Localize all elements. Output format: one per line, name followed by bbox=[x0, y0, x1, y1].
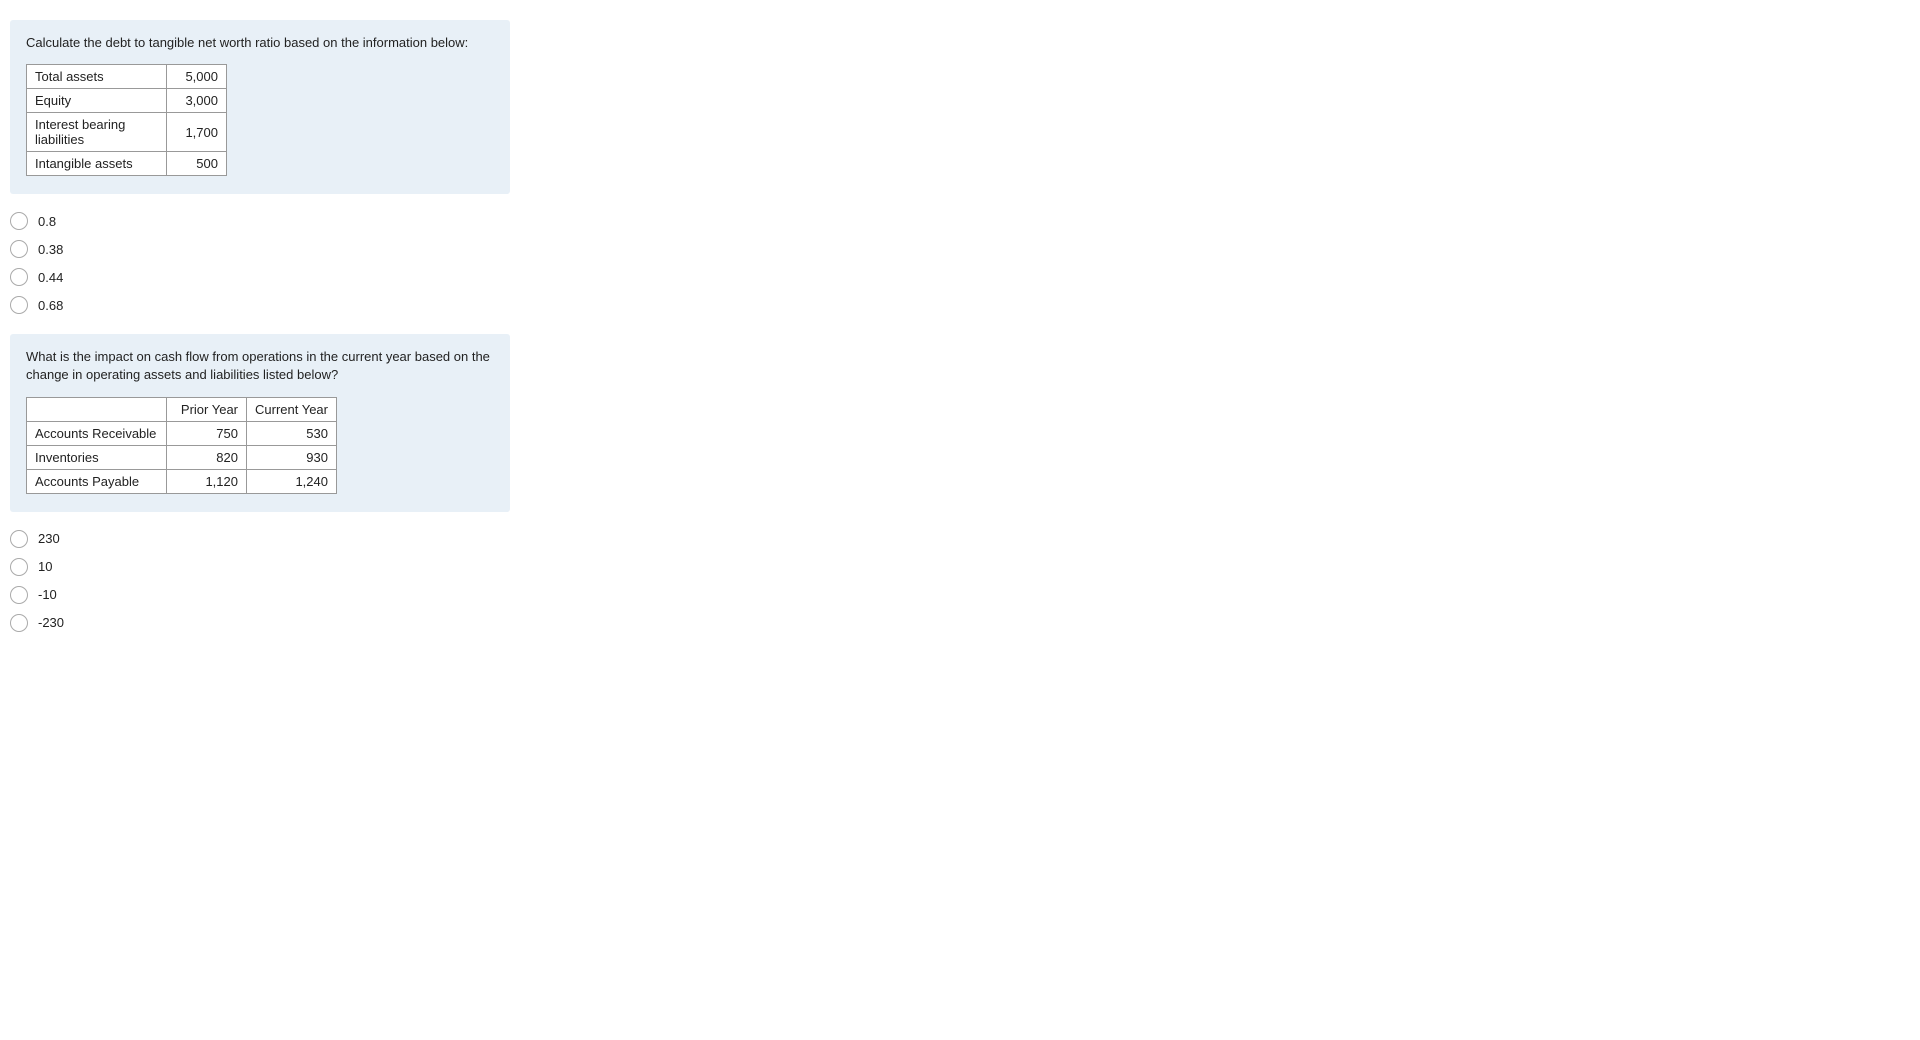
option-label: -230 bbox=[38, 615, 64, 630]
option-item: -230 bbox=[10, 614, 510, 632]
option-item: 230 bbox=[10, 530, 510, 548]
option-item: -10 bbox=[10, 586, 510, 604]
question1-options: 0.8 0.38 0.44 0.68 bbox=[10, 212, 510, 314]
row-label: Interest bearingliabilities bbox=[27, 113, 167, 152]
row-prior: 1,120 bbox=[167, 469, 247, 493]
row-current: 530 bbox=[247, 421, 337, 445]
option-label: 230 bbox=[38, 531, 60, 546]
question2-table: Prior Year Current Year Accounts Receiva… bbox=[26, 397, 337, 494]
radio-button[interactable] bbox=[10, 614, 28, 632]
question1-block: Calculate the debt to tangible net worth… bbox=[10, 20, 510, 194]
table-row: Accounts Payable 1,120 1,240 bbox=[27, 469, 337, 493]
row-label: Inventories bbox=[27, 445, 167, 469]
row-value: 1,700 bbox=[167, 113, 227, 152]
row-label: Intangible assets bbox=[27, 152, 167, 176]
row-value: 3,000 bbox=[167, 89, 227, 113]
option-label: 0.38 bbox=[38, 242, 63, 257]
row-value: 500 bbox=[167, 152, 227, 176]
row-current: 1,240 bbox=[247, 469, 337, 493]
option-item: 0.44 bbox=[10, 268, 510, 286]
option-item: 0.68 bbox=[10, 296, 510, 314]
col-header-current: Current Year bbox=[247, 397, 337, 421]
table-row: Equity 3,000 bbox=[27, 89, 227, 113]
question2-options: 230 10 -10 -230 bbox=[10, 530, 510, 632]
table-row: Accounts Receivable 750 530 bbox=[27, 421, 337, 445]
row-label: Accounts Payable bbox=[27, 469, 167, 493]
option-label: -10 bbox=[38, 587, 57, 602]
option-item: 10 bbox=[10, 558, 510, 576]
option-label: 10 bbox=[38, 559, 52, 574]
question2-text: What is the impact on cash flow from ope… bbox=[26, 348, 494, 384]
radio-button[interactable] bbox=[10, 268, 28, 286]
radio-button[interactable] bbox=[10, 212, 28, 230]
radio-button[interactable] bbox=[10, 296, 28, 314]
radio-button[interactable] bbox=[10, 558, 28, 576]
row-prior: 820 bbox=[167, 445, 247, 469]
option-label: 0.68 bbox=[38, 298, 63, 313]
page-container: Calculate the debt to tangible net worth… bbox=[0, 20, 520, 632]
table-row: Total assets 5,000 bbox=[27, 65, 227, 89]
table-row: Inventories 820 930 bbox=[27, 445, 337, 469]
row-label: Total assets bbox=[27, 65, 167, 89]
row-label: Accounts Receivable bbox=[27, 421, 167, 445]
table-row: Intangible assets 500 bbox=[27, 152, 227, 176]
radio-button[interactable] bbox=[10, 586, 28, 604]
radio-button[interactable] bbox=[10, 240, 28, 258]
row-prior: 750 bbox=[167, 421, 247, 445]
question1-text: Calculate the debt to tangible net worth… bbox=[26, 34, 494, 52]
radio-button[interactable] bbox=[10, 530, 28, 548]
row-value: 5,000 bbox=[167, 65, 227, 89]
option-label: 0.8 bbox=[38, 214, 56, 229]
question1-table: Total assets 5,000 Equity 3,000 Interest… bbox=[26, 64, 227, 176]
row-current: 930 bbox=[247, 445, 337, 469]
option-label: 0.44 bbox=[38, 270, 63, 285]
option-item: 0.38 bbox=[10, 240, 510, 258]
col-header-prior: Prior Year bbox=[167, 397, 247, 421]
option-item: 0.8 bbox=[10, 212, 510, 230]
question2-block: What is the impact on cash flow from ope… bbox=[10, 334, 510, 511]
table-header-row: Prior Year Current Year bbox=[27, 397, 337, 421]
col-header-label bbox=[27, 397, 167, 421]
row-label: Equity bbox=[27, 89, 167, 113]
table-row: Interest bearingliabilities 1,700 bbox=[27, 113, 227, 152]
